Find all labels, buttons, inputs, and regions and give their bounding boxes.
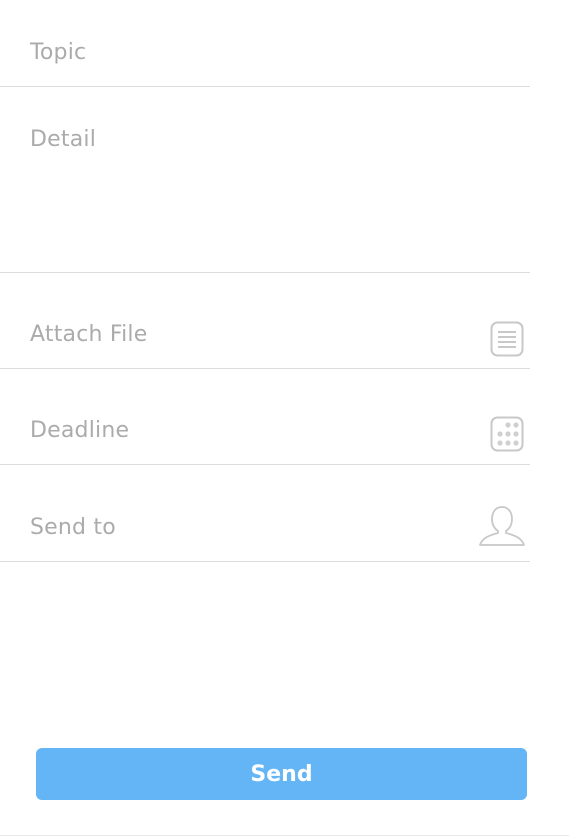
document-icon[interactable] xyxy=(490,321,524,357)
compose-form: Topic Detail Attach File Deadline Send t… xyxy=(0,0,530,562)
detail-field[interactable]: Detail xyxy=(0,87,530,273)
deadline-label: Deadline xyxy=(30,418,130,443)
bottom-divider xyxy=(0,835,569,836)
send-to-row[interactable]: Send to xyxy=(0,465,530,562)
calendar-grid-icon[interactable] xyxy=(490,416,524,452)
deadline-row[interactable]: Deadline xyxy=(0,369,530,465)
topic-placeholder: Topic xyxy=(30,40,87,65)
attach-file-row[interactable]: Attach File xyxy=(0,273,530,369)
attach-file-label: Attach File xyxy=(30,322,148,347)
person-icon[interactable] xyxy=(478,505,526,547)
detail-placeholder: Detail xyxy=(30,127,97,152)
send-to-label: Send to xyxy=(30,515,116,540)
topic-field[interactable]: Topic xyxy=(0,0,530,87)
send-button[interactable]: Send xyxy=(36,748,527,800)
